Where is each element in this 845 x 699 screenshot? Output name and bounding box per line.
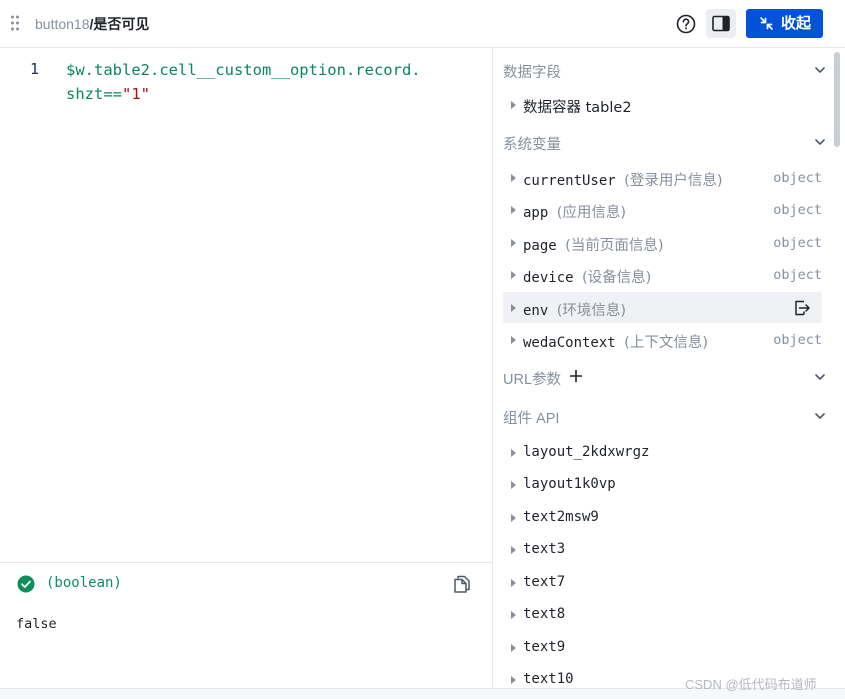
item-name: wedaContext <box>523 335 616 351</box>
tree-item-env[interactable]: env (环境信息) <box>503 292 822 323</box>
item-name: layout_2kdxwrgz <box>523 444 650 460</box>
section-system-variables[interactable]: 系统变量 <box>503 130 828 154</box>
item-description: (设备信息) <box>582 270 652 286</box>
item-description: (登录用户信息) <box>624 173 723 189</box>
tree-item-currentuser[interactable]: currentUser (登录用户信息) object <box>503 162 822 193</box>
item-type: object <box>773 267 822 283</box>
caret-right-icon <box>511 304 516 312</box>
caret-right-icon <box>511 449 516 457</box>
caret-right-icon <box>511 101 516 109</box>
tree-item-table2[interactable]: 数据容器 table2 <box>503 89 822 120</box>
item-type: object <box>773 235 822 251</box>
result-type: (boolean) <box>46 575 122 591</box>
item-name: env <box>523 303 549 319</box>
item-name: app <box>523 205 549 221</box>
item-name: currentUser <box>523 173 616 189</box>
component-name: button18 <box>35 16 90 32</box>
chevron-down-icon <box>815 413 825 419</box>
caret-right-icon <box>511 611 516 619</box>
item-name: page <box>523 238 557 254</box>
scrollbar-thumb[interactable] <box>834 52 840 147</box>
breadcrumb: button18/是否可见 <box>35 15 149 33</box>
item-description: (应用信息) <box>556 205 627 221</box>
item-name: text9 <box>523 639 566 655</box>
item-name: text7 <box>523 574 566 590</box>
section-title: 系统变量 <box>503 137 561 153</box>
item-name: text8 <box>523 606 566 622</box>
item-description: (环境信息) <box>556 303 627 319</box>
expression-editor[interactable]: 1 $w.table2.cell__custom__option.record.… <box>0 48 492 562</box>
caret-right-icon <box>511 239 516 247</box>
caret-right-icon <box>511 676 516 684</box>
check-circle-icon <box>17 575 35 593</box>
item-type: object <box>773 202 822 218</box>
item-name: text10 <box>523 671 574 687</box>
code-expression: shzt== <box>66 85 122 103</box>
code-string-literal: "1" <box>122 85 150 103</box>
result-value: false <box>16 616 57 632</box>
item-description: (上下文信息) <box>624 335 708 351</box>
add-icon[interactable] <box>569 369 583 383</box>
tree-item-api[interactable]: layout_2kdxwrgz <box>503 437 822 468</box>
item-name: device <box>523 270 574 286</box>
tree-item-api[interactable]: text3 <box>503 534 822 565</box>
drag-handle-icon[interactable] <box>10 14 20 34</box>
variable-panel: 数据字段 数据容器 table2 系统变量 currentUser (登录用户信… <box>493 48 845 688</box>
header-bar: button18/是否可见 收起 <box>0 0 845 48</box>
tree-item-api[interactable]: text9 <box>503 632 822 663</box>
item-name: layout1k0vp <box>523 476 616 492</box>
side-panel-icon <box>712 15 730 32</box>
caret-right-icon <box>511 174 516 182</box>
caret-right-icon <box>511 336 516 344</box>
caret-right-icon <box>511 579 516 587</box>
section-title: URL参数 <box>503 372 562 388</box>
line-number: 1 <box>30 60 40 78</box>
chevron-down-icon <box>815 67 825 73</box>
tree-item-page[interactable]: page (当前页面信息) object <box>503 227 822 258</box>
caret-right-icon <box>511 514 516 522</box>
caret-right-icon <box>511 271 516 279</box>
insert-icon[interactable] <box>793 299 811 317</box>
item-type: object <box>773 170 822 186</box>
caret-right-icon <box>511 546 516 554</box>
result-panel: (boolean) false <box>0 562 492 688</box>
tree-item-device[interactable]: device (设备信息) object <box>503 259 822 290</box>
item-name: text2msw9 <box>523 509 599 525</box>
code-line-1: $w.table2.cell__custom__option.record. <box>66 61 421 79</box>
tree-item-wedacontext[interactable]: wedaContext (上下文信息) object <box>503 324 822 355</box>
code-content[interactable]: $w.table2.cell__custom__option.record. s… <box>66 58 486 106</box>
item-name: 数据容器 table2 <box>523 100 632 116</box>
section-data-fields[interactable]: 数据字段 <box>503 58 828 82</box>
collapse-label: 收起 <box>781 15 812 32</box>
tree-item-api[interactable]: layout1k0vp <box>503 469 822 500</box>
watermark: CSDN @低代码布道师 <box>685 677 817 692</box>
item-description: (当前页面信息) <box>565 238 664 254</box>
caret-right-icon <box>511 481 516 489</box>
tree-item-api[interactable]: text7 <box>503 567 822 598</box>
chevron-down-icon <box>815 139 825 145</box>
section-title: 数据字段 <box>503 65 561 81</box>
section-title: 组件 API <box>503 411 560 427</box>
collapse-button[interactable]: 收起 <box>746 9 823 38</box>
caret-right-icon <box>511 644 516 652</box>
item-name: text3 <box>523 541 566 557</box>
code-line-2: shzt=="1" <box>66 82 486 106</box>
help-icon[interactable] <box>675 13 697 35</box>
tree-item-app[interactable]: app (应用信息) object <box>503 194 822 225</box>
item-type: object <box>773 332 822 348</box>
property-title: /是否可见 <box>89 16 150 32</box>
section-component-api[interactable]: 组件 API <box>503 404 828 428</box>
tree-item-api[interactable]: text2msw9 <box>503 502 822 533</box>
section-url-params[interactable]: URL参数 <box>503 365 828 389</box>
copy-icon[interactable] <box>452 574 472 594</box>
caret-right-icon <box>511 206 516 214</box>
side-panel-toggle-button[interactable] <box>706 9 736 38</box>
tree-item-api[interactable]: text8 <box>503 599 822 630</box>
shrink-icon <box>760 17 773 30</box>
chevron-down-icon <box>815 374 825 380</box>
